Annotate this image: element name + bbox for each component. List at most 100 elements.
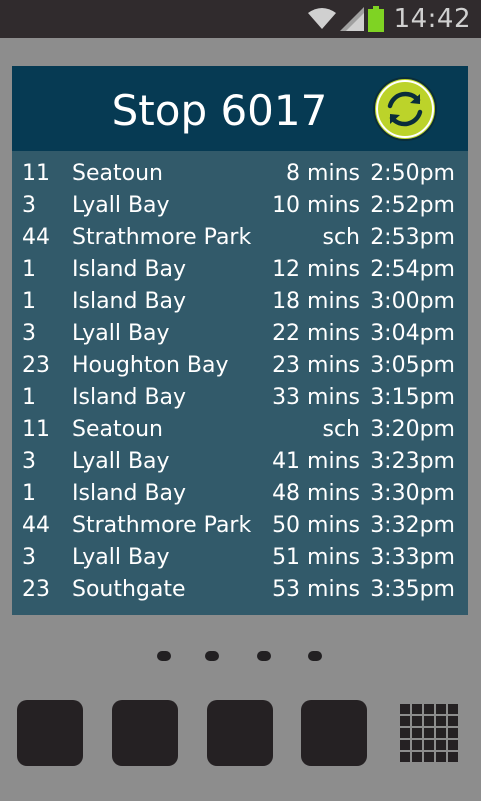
- departure-time: 3:23pm: [370, 449, 455, 474]
- wifi-icon: [307, 8, 336, 29]
- destination: Seatoun: [72, 161, 163, 186]
- departure-row: 23 Southgate 53 mins 3:35pm: [12, 574, 468, 606]
- refresh-button[interactable]: [372, 76, 438, 142]
- status-bar: 14:42: [0, 0, 481, 38]
- due-in: 22 mins: [272, 321, 360, 346]
- destination: Southgate: [72, 577, 186, 602]
- destination: Strathmore Park: [72, 225, 252, 250]
- grid-square: [400, 704, 410, 714]
- stop-title: Stop 6017: [111, 86, 328, 135]
- departure-time: 3:04pm: [370, 321, 455, 346]
- grid-square: [412, 740, 422, 750]
- route-number: 1: [22, 257, 36, 282]
- destination: Island Bay: [72, 481, 187, 506]
- route-number: 1: [22, 385, 36, 410]
- app-grid-icon[interactable]: [400, 704, 462, 766]
- destination: Lyall Bay: [72, 545, 170, 570]
- departure-row: 1 Island Bay 33 mins 3:15pm: [12, 382, 468, 414]
- route-number: 3: [22, 449, 36, 474]
- route-number: 44: [22, 225, 50, 250]
- due-in: sch: [322, 417, 360, 442]
- grid-square: [448, 740, 458, 750]
- route-number: 3: [22, 193, 36, 218]
- departure-time: 3:20pm: [370, 417, 455, 442]
- departure-row: 44 Strathmore Park sch 2:53pm: [12, 222, 468, 254]
- status-time: 14:42: [393, 4, 471, 34]
- due-in: 18 mins: [272, 289, 360, 314]
- grid-square: [448, 704, 458, 714]
- route-number: 23: [22, 577, 50, 602]
- due-in: 10 mins: [272, 193, 360, 218]
- departure-time: 3:05pm: [370, 353, 455, 378]
- destination: Lyall Bay: [72, 193, 170, 218]
- dock-app-3[interactable]: [207, 700, 273, 766]
- grid-square: [424, 740, 434, 750]
- dock: [0, 700, 481, 766]
- destination: Island Bay: [72, 257, 187, 282]
- departure-row: 1 Island Bay 48 mins 3:30pm: [12, 478, 468, 510]
- page-dot[interactable]: [157, 651, 171, 661]
- status-icons: 14:42: [307, 0, 471, 38]
- route-number: 11: [22, 161, 50, 186]
- grid-square: [412, 752, 422, 762]
- departure-time: 2:52pm: [370, 193, 455, 218]
- grid-square: [436, 752, 446, 762]
- dock-app-1[interactable]: [17, 700, 83, 766]
- route-number: 1: [22, 481, 36, 506]
- departure-time: 2:54pm: [370, 257, 455, 282]
- departure-row: 11 Seatoun sch 3:20pm: [12, 414, 468, 446]
- grid-square: [436, 728, 446, 738]
- route-number: 44: [22, 513, 50, 538]
- destination: Strathmore Park: [72, 513, 252, 538]
- page-dot[interactable]: [205, 651, 219, 661]
- grid-square: [424, 752, 434, 762]
- dock-app-2[interactable]: [112, 700, 178, 766]
- grid-square: [424, 728, 434, 738]
- grid-square: [412, 704, 422, 714]
- destination: Lyall Bay: [72, 321, 170, 346]
- departures-list: 11 Seatoun 8 mins 2:50pm 3 Lyall Bay 10 mins 2:…: [12, 158, 468, 606]
- battery-icon: [367, 6, 384, 32]
- departure-row: 1 Island Bay 12 mins 2:54pm: [12, 254, 468, 286]
- due-in: 23 mins: [272, 353, 360, 378]
- departure-row: 3 Lyall Bay 22 mins 3:04pm: [12, 318, 468, 350]
- grid-square: [400, 716, 410, 726]
- destination: Houghton Bay: [72, 353, 229, 378]
- destination: Island Bay: [72, 385, 187, 410]
- page-indicator: [155, 651, 325, 663]
- due-in: sch: [322, 225, 360, 250]
- due-in: 8 mins: [286, 161, 360, 186]
- due-in: 53 mins: [272, 577, 360, 602]
- departure-row: 3 Lyall Bay 51 mins 3:33pm: [12, 542, 468, 574]
- grid-square: [412, 716, 422, 726]
- route-number: 23: [22, 353, 50, 378]
- departure-time: 2:50pm: [370, 161, 455, 186]
- page-dot[interactable]: [257, 651, 271, 661]
- dock-app-4[interactable]: [301, 700, 367, 766]
- grid-square: [436, 704, 446, 714]
- page-dot[interactable]: [308, 651, 322, 661]
- destination: Island Bay: [72, 289, 187, 314]
- grid-square: [400, 728, 410, 738]
- route-number: 1: [22, 289, 36, 314]
- grid-square: [424, 704, 434, 714]
- grid-square: [448, 716, 458, 726]
- bus-departures-widget[interactable]: Stop 6017 11 Seatoun 8 mins 2:50pm 3 Lyall Ba…: [12, 66, 468, 615]
- grid-square: [400, 752, 410, 762]
- grid-square: [436, 740, 446, 750]
- destination: Seatoun: [72, 417, 163, 442]
- grid-square: [448, 728, 458, 738]
- departure-row: 11 Seatoun 8 mins 2:50pm: [12, 158, 468, 190]
- departure-row: 44 Strathmore Park 50 mins 3:32pm: [12, 510, 468, 542]
- grid-square: [424, 716, 434, 726]
- grid-square: [412, 728, 422, 738]
- grid-square: [448, 752, 458, 762]
- departure-time: 3:15pm: [370, 385, 455, 410]
- departure-row: 3 Lyall Bay 10 mins 2:52pm: [12, 190, 468, 222]
- destination: Lyall Bay: [72, 449, 170, 474]
- route-number: 11: [22, 417, 50, 442]
- signal-icon: [339, 7, 364, 31]
- departure-time: 3:00pm: [370, 289, 455, 314]
- departure-time: 2:53pm: [370, 225, 455, 250]
- due-in: 50 mins: [272, 513, 360, 538]
